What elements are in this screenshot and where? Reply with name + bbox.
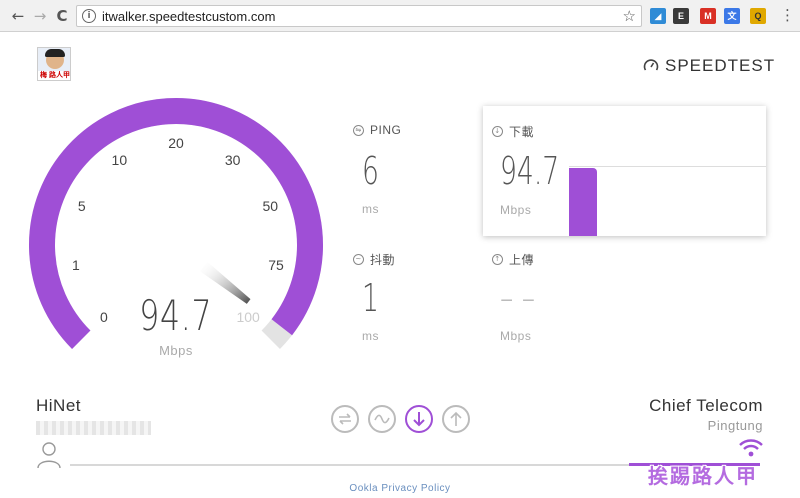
gauge-value: 94.7 [139, 291, 213, 340]
forward-arrow-icon[interactable]: → [30, 6, 50, 26]
bookmark-star-icon[interactable]: ☆ [623, 7, 636, 25]
jitter-unit: ms [362, 329, 379, 343]
site-info-icon[interactable]: i [82, 9, 96, 23]
download-step-icon [413, 412, 425, 427]
gauge-tick-label: 20 [168, 135, 184, 151]
server-city: Pingtung [707, 418, 763, 433]
gauge-tick-label: 50 [262, 198, 278, 214]
jitter-icon: ~ [353, 254, 364, 265]
download-arrow-icon: ↓ [492, 126, 503, 137]
brand-name: SPEEDTEST [665, 56, 776, 75]
wifi-icon [739, 439, 763, 457]
translate-icon[interactable]: 文 [724, 8, 740, 24]
upload-label: ↑ 上傳 [492, 251, 534, 268]
jitter-step-icon [374, 414, 390, 424]
gauge-unit: Mbps [159, 343, 193, 358]
reload-icon[interactable]: C [52, 6, 72, 26]
gauge-tick-label: 30 [225, 152, 241, 168]
ping-value: 6 [362, 149, 379, 193]
avatar[interactable]: 梅 路人甲 [37, 47, 71, 81]
ping-step-button[interactable] [331, 405, 359, 433]
jitter-label: ~ 抖動 [353, 251, 395, 268]
gauge-tick-label: 1 [72, 257, 80, 273]
address-bar[interactable]: i itwalker.speedtestcustom.com ☆ [76, 5, 642, 27]
download-graph-baseline [569, 166, 766, 167]
ping-step-icon [339, 413, 351, 425]
upload-step-button[interactable] [442, 405, 470, 433]
pocket-icon[interactable]: ◢ [650, 8, 666, 24]
watermark: 挨踢路人甲 [648, 466, 758, 488]
download-label-text: 下載 [509, 125, 535, 139]
ping-label: ⇋ PING [353, 123, 401, 137]
upload-arrow-icon: ↑ [492, 254, 503, 265]
browser-toolbar: ← → C i itwalker.speedtestcustom.com ☆ ◢… [0, 0, 800, 32]
browser-menu-icon[interactable]: ⋮ [780, 6, 795, 24]
download-label: ↓ 下載 [492, 123, 534, 140]
q-icon[interactable]: Q [750, 8, 766, 24]
isp-name: HiNet [36, 396, 82, 415]
speedtest-logo[interactable]: SPEEDTEST [643, 56, 775, 76]
address-url[interactable]: itwalker.speedtestcustom.com [102, 9, 275, 24]
download-step-button[interactable] [405, 405, 433, 433]
upload-step-icon [450, 411, 462, 426]
jitter-step-button[interactable] [368, 405, 396, 433]
gauge-tick-label: 75 [268, 257, 284, 273]
gauge-tick-label: 10 [112, 152, 128, 168]
user-icon[interactable] [36, 441, 62, 469]
avatar-caption: 梅 路人甲 [38, 71, 70, 80]
gauge-tick-label: 5 [78, 198, 86, 214]
gmail-icon[interactable]: M [700, 8, 716, 24]
isp-ip-redacted [36, 421, 151, 435]
download-unit: Mbps [500, 203, 532, 217]
upload-label-text: 上傳 [509, 253, 535, 267]
server-name[interactable]: Chief Telecom [649, 396, 763, 416]
upload-value: – – [500, 276, 536, 320]
upload-unit: Mbps [500, 329, 532, 343]
back-arrow-icon[interactable]: ← [8, 6, 28, 26]
evernote-icon[interactable]: E [673, 8, 689, 24]
ping-label-text: PING [370, 123, 402, 137]
jitter-value: 1 [362, 276, 379, 320]
avatar-hair [45, 49, 65, 57]
jitter-label-text: 抖動 [370, 253, 396, 267]
speedtest-page: 梅 路人甲 SPEEDTEST 0 1 5 10 20 30 50 75 100 94.7 Mb… [0, 33, 800, 498]
download-value: 94.7 [500, 149, 560, 193]
download-graph-bar [569, 168, 597, 236]
gauge-reading: 94.7 Mbps [26, 291, 326, 358]
speedometer-icon [643, 59, 659, 71]
ping-icon: ⇋ [353, 124, 364, 136]
download-card: ↓ 下載 94.7 Mbps [483, 106, 766, 236]
ping-unit: ms [362, 202, 379, 216]
